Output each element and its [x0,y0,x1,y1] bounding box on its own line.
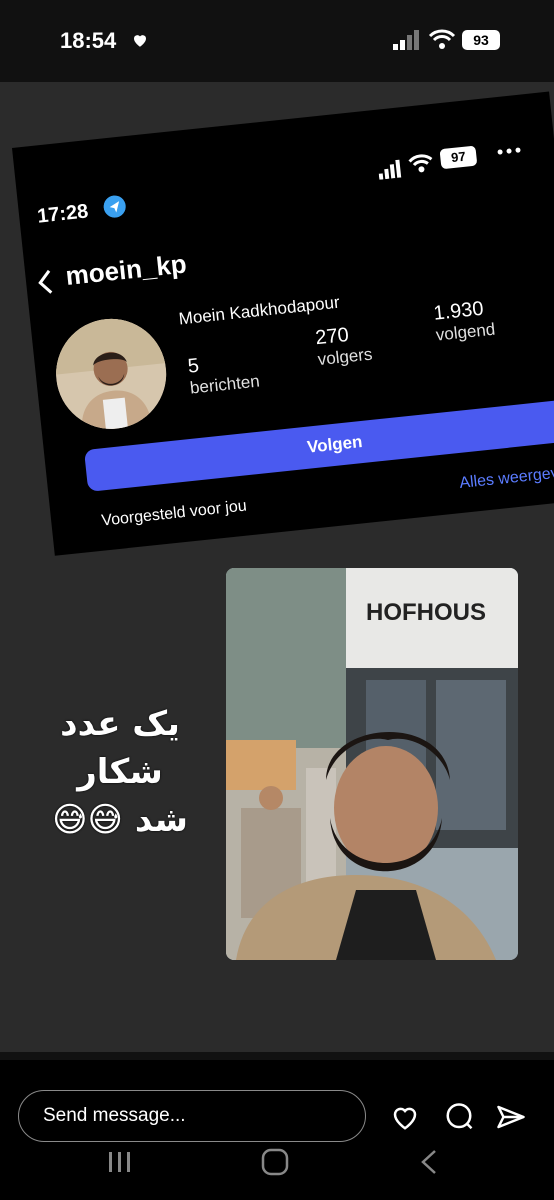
story-caption: یک عدد شکار شد 😅😅 [30,700,210,844]
profile-username: moein_kp [64,248,188,292]
heart-icon[interactable] [390,1102,420,1132]
caption-line-2: شکار [77,752,163,792]
signal-icon [378,159,402,180]
battery-icon: 93 [462,30,500,50]
comment-icon[interactable] [444,1102,474,1132]
avatar-image [50,313,172,435]
home-icon[interactable] [260,1148,290,1176]
stat-followers[interactable]: 270 volgers [314,322,373,370]
back-icon[interactable] [415,1148,445,1176]
story-photo: HOFHOUS [226,568,518,960]
stat-posts[interactable]: 5 berichten [187,349,261,399]
recents-icon[interactable] [105,1148,135,1176]
caption-line-3: شد 😅😅 [52,800,188,840]
screenshot-time: 17:28 [36,200,90,228]
battery-icon: 97 [439,145,478,170]
stat-following[interactable]: 1.930 volgend [432,297,496,346]
wifi-icon [428,29,456,49]
signal-icon [393,30,419,50]
status-bar: 18:54 93 [0,0,554,80]
stat-followers-label: volgers [316,344,374,370]
more-icon[interactable] [497,145,522,157]
send-icon[interactable] [496,1102,526,1132]
suggested-heading: Voorgesteld voor jou [100,497,248,530]
photo-image: HOFHOUS [226,568,518,960]
heart-icon [134,35,146,47]
profile-screenshot: 17:28 97 moein_kp Moein Kadkhodapour 5 b… [12,91,554,556]
photo-sign-text: HOFHOUS [366,599,486,626]
avatar[interactable] [50,313,172,435]
profile-full-name: Moein Kadkhodapour [177,292,341,329]
status-time: 18:54 [60,28,117,53]
see-all-link[interactable]: Alles weergeven [459,463,554,493]
send-message-input[interactable] [18,1090,366,1142]
reply-bar [0,1060,554,1200]
location-icon [102,194,127,219]
caption-line-1: یک عدد [60,704,180,744]
back-arrow-icon[interactable] [37,269,54,296]
wifi-icon [408,154,433,173]
